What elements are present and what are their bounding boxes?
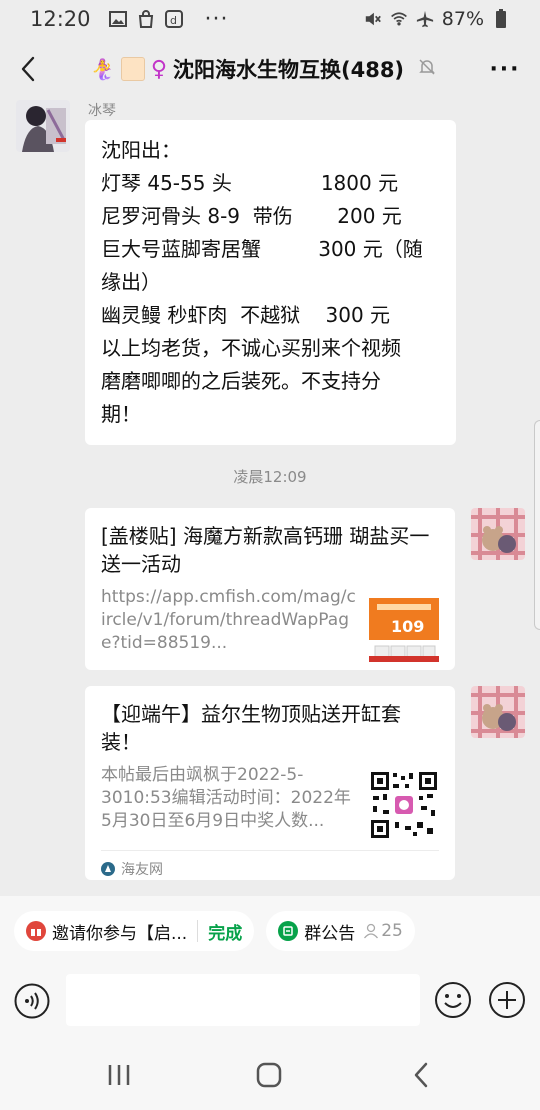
message-line: 期！ [101,402,141,426]
card-source: 海友网 [101,850,439,879]
message-line: 以上均老货，不诚心买别来个视频 [101,336,401,360]
card-source-name: 海友网 [121,862,163,878]
nav-back-button[interactable] [406,1060,436,1090]
female-symbol: ♀ [150,56,167,82]
plus-icon [489,982,525,1018]
airplane-icon [416,10,434,28]
peach-square-emoji [120,57,145,81]
done-button[interactable]: 完成 [208,919,242,944]
message-line: 巨大号蓝脚寄居蟹 300 元（随 [101,237,423,261]
smiley-icon [435,982,471,1018]
link-card[interactable]: 【迎端午】益尔生物顶贴送开缸套装！ 本帖最后由飒枫于2022-5-3010:53… [85,686,455,880]
plus-button[interactable] [488,981,526,1019]
notice-icon [278,921,299,941]
card-title: [盖楼贴] 海魔方新款高钙珊 瑚盐买一送一活动 [101,524,430,576]
card-thumbnail: 109 [369,592,439,662]
avatar-bear-image [471,686,525,738]
qr-code-image [369,770,439,840]
card-thumb-text: 109 [391,617,424,636]
message-line: 尼罗河骨头 8-9 带伤 200 元 [101,204,402,228]
message-line: 幽灵鳗 秒虾肉 不越狱 300 元 [101,303,391,327]
message-line: 磨磨唧唧的之后装死。不支持分 [101,369,381,393]
voice-button[interactable] [14,983,50,1019]
timestamp: 凌晨12:09 [233,468,307,486]
message-input[interactable] [66,974,420,1026]
voice-icon [14,983,50,1019]
wifi-icon [390,10,408,28]
status-time: 12:20 [30,7,91,31]
chat-header: 🧜‍♀️ ♀ 沈阳海水生物互换(488) ··· [0,38,540,100]
invite-chip[interactable]: 邀请你参与【启... 完成 [14,911,255,951]
system-nav-bar [0,1036,540,1110]
my-avatar[interactable] [471,686,525,738]
back-arrow-icon [21,56,35,82]
gift-icon [26,921,46,941]
status-bar: 12:20 d ··· 87% [0,0,540,38]
battery-icon [492,9,510,28]
gallery-icon [108,10,127,28]
quick-actions-bar: 邀请你参与【启... 完成 群公告 25 [0,896,540,966]
recent-apps-button[interactable] [104,1060,134,1090]
avatar-bear-image [471,508,525,560]
message-line: 沈阳出： [101,138,181,162]
back-button[interactable] [0,38,56,100]
emoji-button[interactable] [434,981,472,1019]
avatar-portrait-image [16,100,70,152]
home-button[interactable] [254,1060,284,1090]
battery-percent: 87% [441,8,484,30]
recents-icon [108,1065,130,1085]
group-name: 沈阳海水生物互换(488) [173,58,405,82]
message-list[interactable]: 冰琴 沈阳出： 灯琴 45-55 头 1800 元 尼罗河骨头 8-9 带伤 2… [0,100,540,896]
mermaid-emoji: 🧜‍♀️ [89,57,115,81]
link-card[interactable]: [盖楼贴] 海魔方新款高钙珊 瑚盐买一送一活动 https://app.cmfi… [85,508,455,670]
bell-muted-icon [418,58,436,80]
card-description: 本帖最后由飒枫于2022-5-3010:53编辑活动时间：2022年5月30日至… [101,765,351,831]
card-title: 【迎端午】益尔生物顶贴送开缸套装！ [101,702,401,754]
invite-text: 邀请你参与【启... [52,923,188,944]
edge-panel-handle[interactable] [534,420,540,630]
message-line: 缘出） [101,270,161,294]
message-line: 灯琴 45-55 头 1800 元 [101,171,399,195]
my-avatar[interactable] [471,508,525,560]
message-bubble[interactable]: 沈阳出： 灯琴 45-55 头 1800 元 尼罗河骨头 8-9 带伤 200 … [85,120,456,445]
person-icon [364,923,379,939]
group-notice-chip[interactable]: 群公告 25 [266,911,415,951]
avatar[interactable] [16,100,70,152]
shopping-bag-icon [137,10,155,28]
more-options-button[interactable]: ··· [470,38,540,100]
chat-title: 🧜‍♀️ ♀ 沈阳海水生物互换(488) [56,54,470,84]
notice-count: 25 [381,921,403,941]
card-description: https://app.cmfish.com/mag/circle/v1/for… [101,587,356,653]
notice-text: 群公告 [304,923,356,944]
mute-icon [364,10,382,28]
home-icon [256,1062,282,1088]
svg-text:d: d [170,14,177,27]
d-app-icon: d [164,10,183,28]
sender-name: 冰琴 [88,103,116,119]
haiyouwang-logo-icon [101,862,115,876]
status-more-indicator: ··· [204,6,229,32]
input-bar [0,966,540,1036]
back-chevron-icon [414,1062,428,1088]
